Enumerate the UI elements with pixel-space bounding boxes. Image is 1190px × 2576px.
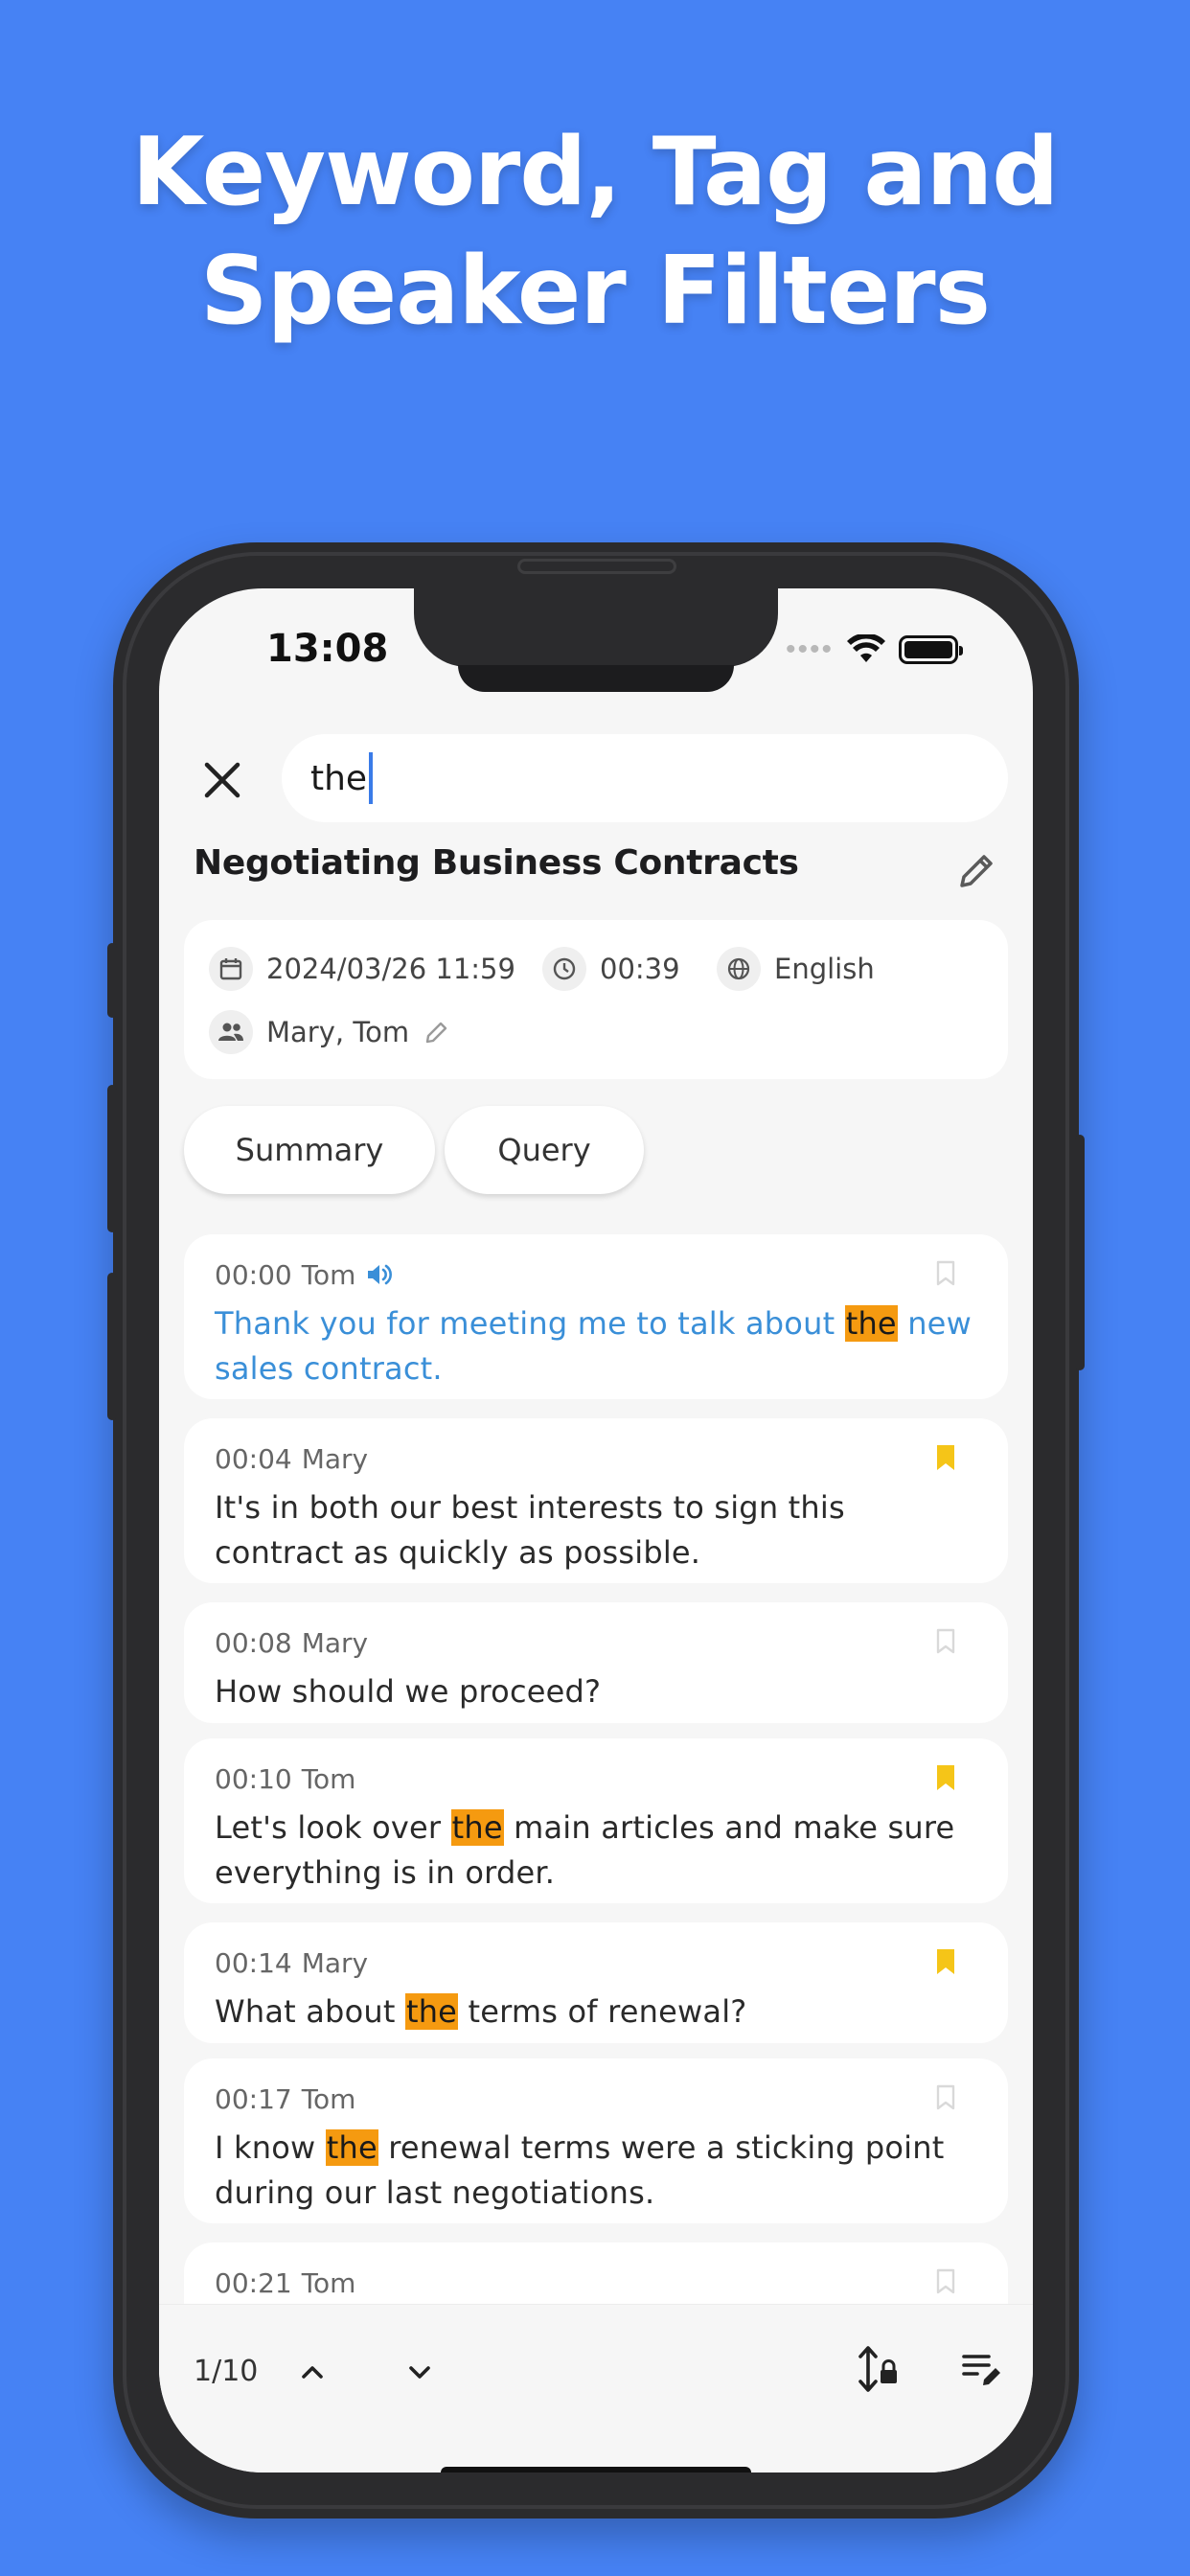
edit-list-icon[interactable] <box>960 2347 1004 2391</box>
transcript-text-before-match: Thank you for meeting me to talk about <box>215 1305 845 1342</box>
transcript-item-header: 00:04 Mary <box>215 1439 977 1478</box>
wifi-icon <box>847 634 886 662</box>
status-icons: •••• <box>786 631 964 669</box>
transcript-text: Thank you for meeting me to talk about t… <box>215 1301 977 1392</box>
bookmark-outline-icon[interactable] <box>933 2083 958 2112</box>
notch <box>414 588 778 667</box>
transcript-item[interactable]: 00:17 Tom I know the renewal terms were a … <box>184 2058 1008 2223</box>
meta-language: English <box>717 947 875 991</box>
meta-speakers-text: Mary, Tom <box>266 1016 410 1048</box>
transcript-speaker[interactable]: Tom <box>302 1763 356 1795</box>
transcript-item-header: 00:00 Tom <box>215 1255 977 1294</box>
transcript-text: I know the renewal terms were a sticking… <box>215 2126 977 2216</box>
phone-volume-down <box>107 1273 117 1420</box>
signal-dots-icon: •••• <box>786 633 835 665</box>
meta-duration-text: 00:39 <box>600 953 680 985</box>
globe-icon <box>717 947 761 991</box>
bottom-toolbar: 1/10 <box>159 2304 1033 2472</box>
transcript-item-header: 00:10 Tom <box>215 1760 977 1798</box>
transcript-speaker[interactable]: Mary <box>302 1627 368 1659</box>
meta-duration: 00:39 <box>542 947 680 991</box>
transcript-item-header: 00:17 Tom <box>215 2080 977 2118</box>
meta-language-text: English <box>774 953 875 985</box>
transcript-item[interactable]: 00:08 Mary How should we proceed? <box>184 1602 1008 1723</box>
clock-icon <box>542 947 586 991</box>
transcript-text: Let's look over the main articles and ma… <box>215 1806 977 1896</box>
bookmark-filled-icon[interactable] <box>933 1947 958 1976</box>
transcript-item[interactable]: 00:00 Tom Thank you for meeting me to talk… <box>184 1234 1008 1399</box>
transcript-item-header: 00:08 Mary <box>215 1623 977 1662</box>
phone-power-button <box>1075 1135 1085 1370</box>
phone-volume-up <box>107 1085 117 1232</box>
search-match-highlight: the <box>404 1993 459 2030</box>
bookmark-outline-icon[interactable] <box>933 1259 958 1288</box>
phone-silent-switch <box>107 943 117 1018</box>
recording-title: Negotiating Business Contracts <box>194 843 799 883</box>
transcript-item[interactable]: 00:10 Tom Let's look over the main article… <box>184 1738 1008 1903</box>
home-indicator <box>441 2467 751 2472</box>
transcript-timestamp[interactable]: 00:08 <box>215 1627 292 1659</box>
transcript-timestamp[interactable]: 00:14 <box>215 1947 292 1979</box>
transcript-timestamp[interactable]: 00:10 <box>215 1763 292 1795</box>
meta-date-text: 2024/03/26 11:59 <box>266 953 515 985</box>
calendar-icon <box>209 947 253 991</box>
transcript-item[interactable]: 00:14 Mary What about the terms of renewal… <box>184 1922 1008 2043</box>
transcript-text-before-match: I know <box>215 2129 326 2166</box>
transcript-speaker[interactable]: Mary <box>302 1443 368 1475</box>
text-caret <box>369 752 374 804</box>
transcript-text-before-match: It's in both our best interests to sign … <box>215 1489 845 1571</box>
search-match-highlight: the <box>844 1305 898 1342</box>
transcript-timestamp[interactable]: 00:21 <box>215 2267 292 2299</box>
headline-line-1: Keyword, Tag and <box>131 118 1060 227</box>
transcript-item-header: 00:21 Tom <box>215 2264 977 2302</box>
people-icon <box>209 1010 253 1054</box>
bookmark-filled-icon[interactable] <box>933 1763 958 1792</box>
transcript-speaker[interactable]: Tom <box>302 2267 356 2299</box>
match-counter: 1/10 <box>194 2355 259 2388</box>
transcript-text: How should we proceed? <box>215 1669 977 1714</box>
status-time: 13:08 <box>266 627 389 671</box>
tab-summary[interactable]: Summary <box>184 1106 435 1194</box>
phone-speaker-grill <box>517 559 676 574</box>
close-search-button[interactable] <box>195 753 249 807</box>
search-match-highlight: the <box>325 2129 378 2166</box>
transcript-text: It's in both our best interests to sign … <box>215 1485 977 1576</box>
battery-icon <box>899 635 964 664</box>
transcript-speaker[interactable]: Tom <box>302 1259 356 1291</box>
pencil-icon <box>960 855 993 887</box>
edit-title-button[interactable] <box>954 847 1000 893</box>
search-input[interactable]: the <box>282 734 1008 822</box>
tab-query[interactable]: Query <box>445 1106 644 1194</box>
transcript-timestamp[interactable]: 00:17 <box>215 2083 292 2115</box>
scroll-lock-icon[interactable] <box>853 2343 901 2397</box>
transcript-timestamp[interactable]: 00:04 <box>215 1443 292 1475</box>
bookmark-outline-icon[interactable] <box>933 2267 958 2296</box>
transcript-text-before-match: Let's look over <box>215 1809 451 1846</box>
edit-speakers-pencil-icon[interactable] <box>423 1018 451 1046</box>
headline-line-2: Speaker Filters <box>200 237 991 346</box>
transcript-speaker[interactable]: Tom <box>302 2083 356 2115</box>
next-match-chevron-down-icon[interactable] <box>400 2353 439 2391</box>
close-icon <box>204 762 240 798</box>
search-input-value: the <box>310 758 368 798</box>
previous-match-chevron-up-icon[interactable] <box>293 2353 332 2391</box>
search-match-highlight: the <box>450 1809 504 1846</box>
transcript-text: What about the terms of renewal? <box>215 1990 977 2035</box>
app-screen: 13:08 •••• the Negotiating Business Cont… <box>159 588 1033 2472</box>
headline: Keyword, Tag and Speaker Filters <box>0 113 1190 351</box>
transcript-item[interactable]: 00:04 Mary It's in both our best interests… <box>184 1418 1008 1583</box>
transcript-item-header: 00:14 Mary <box>215 1944 977 1982</box>
meta-speakers[interactable]: Mary, Tom <box>209 1010 451 1054</box>
transcript-text-before-match: How should we proceed? <box>215 1673 602 1710</box>
meta-date: 2024/03/26 11:59 <box>209 947 515 991</box>
bookmark-filled-icon[interactable] <box>933 1443 958 1472</box>
speaker-playing-icon <box>368 1264 393 1285</box>
bookmark-outline-icon[interactable] <box>933 1627 958 1656</box>
transcript-speaker[interactable]: Mary <box>302 1947 368 1979</box>
transcript-timestamp[interactable]: 00:00 <box>215 1259 292 1291</box>
transcript-text-after-match: terms of renewal? <box>458 1993 747 2030</box>
transcript-text-before-match: What about <box>215 1993 405 2030</box>
recording-meta-card: 2024/03/26 11:59 00:39 English Mary, Tom <box>184 920 1008 1079</box>
camera-housing <box>458 665 734 692</box>
